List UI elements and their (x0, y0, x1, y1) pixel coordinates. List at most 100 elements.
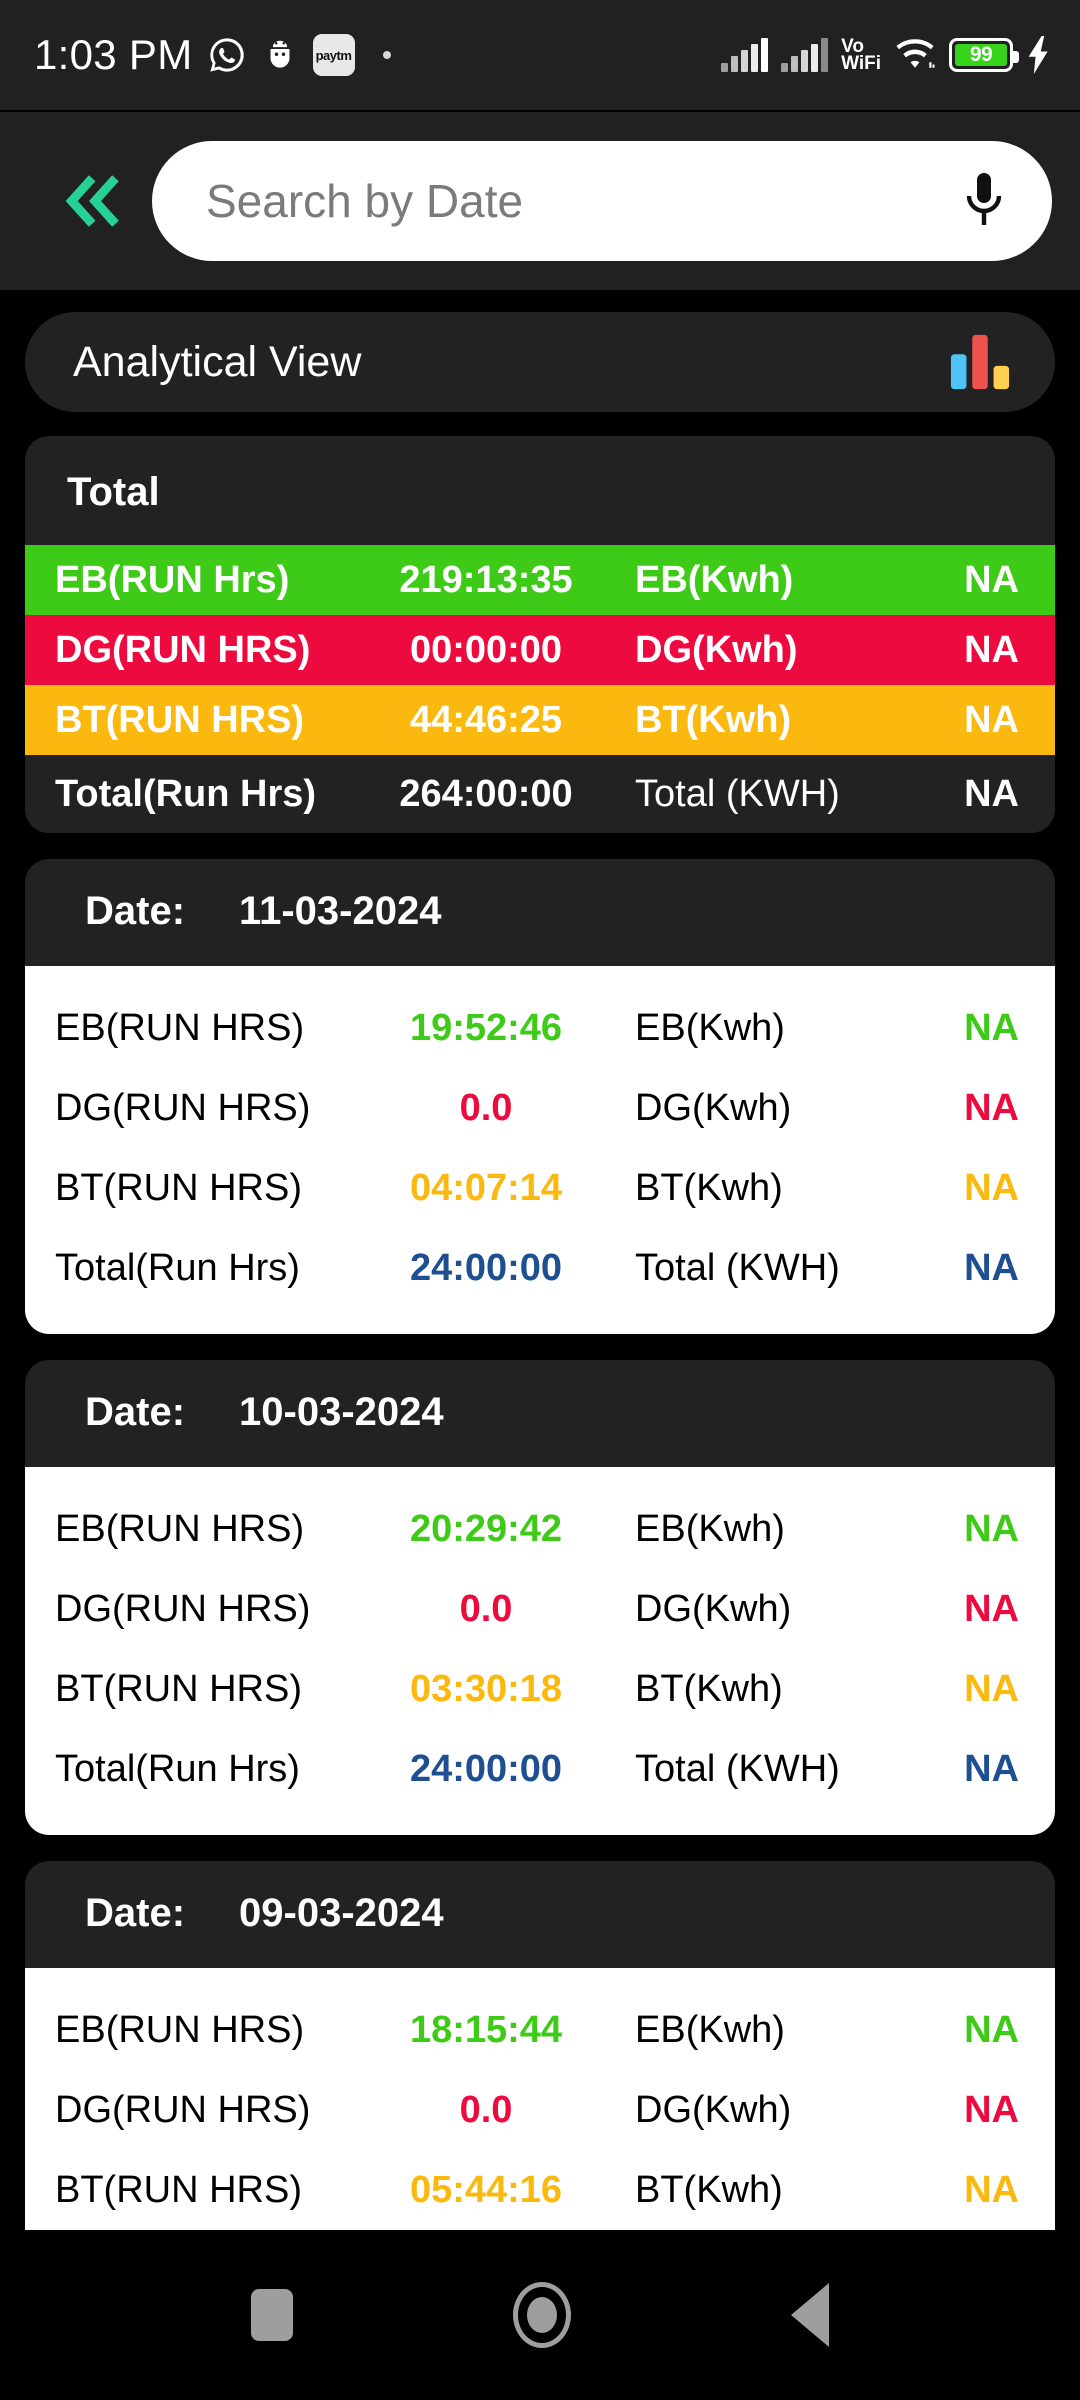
day-row-label: DG(RUN HRS) (55, 1086, 311, 1129)
day-card-header: Date: 10-03-2024 (25, 1360, 1055, 1467)
phone-screen: 1:03 PM paytm Vo WiFi 99 Search by Date … (0, 0, 1080, 2400)
date-label: Date: (85, 889, 186, 933)
day-row: DG(RUN HRS) 0.0 DG(Kwh) NA (55, 1569, 1019, 1649)
home-circle-icon[interactable] (513, 2282, 571, 2348)
day-row: DG(RUN HRS) 0.0 DG(Kwh) NA (55, 1068, 1019, 1148)
total-row-label: DG(RUN HRS) (55, 628, 311, 671)
day-row-value: 0.0 (459, 2088, 513, 2131)
day-row: EB(RUN HRS) 18:15:44 EB(Kwh) NA (55, 1990, 1019, 2070)
double-chevron-left-icon[interactable] (60, 169, 130, 233)
paytm-icon: paytm (312, 34, 355, 76)
total-row-label: Total(Run Hrs) (55, 772, 317, 815)
total-row: Total(Run Hrs) 264:00:00 Total (KWH) NA (25, 755, 1055, 833)
date-value: 10-03-2024 (239, 1390, 444, 1434)
total-row-label: BT(RUN HRS) (55, 698, 305, 741)
day-row-value: 05:44:16 (409, 2168, 563, 2211)
vowifi-indicator: Vo WiFi (841, 37, 881, 74)
day-row: DG(RUN HRS) 0.0 DG(Kwh) NA (55, 2070, 1019, 2150)
microphone-icon[interactable] (960, 170, 1008, 232)
day-row-unit-value: NA (964, 1667, 1019, 1710)
total-summary-card: Total EB(RUN Hrs) 219:13:35 EB(Kwh) NA DG(RU… (25, 436, 1055, 833)
total-row-unit-label: BT(Kwh) (635, 698, 792, 741)
day-card-body: EB(RUN HRS) 19:52:46 EB(Kwh) NA DG(RUN HRS) 0… (25, 966, 1055, 1334)
total-rows-container: EB(RUN Hrs) 219:13:35 EB(Kwh) NA DG(RUN HRS)… (25, 545, 1055, 833)
status-bar-right: Vo WiFi 99 (721, 36, 1052, 74)
day-row-unit-label: BT(Kwh) (635, 2168, 783, 2211)
day-row-unit-label: Total (KWH) (635, 1747, 840, 1790)
day-row: BT(RUN HRS) 04:07:14 BT(Kwh) NA (55, 1148, 1019, 1228)
day-row-unit-value: NA (964, 1587, 1019, 1630)
day-row: BT(RUN HRS) 05:44:16 BT(Kwh) NA (55, 2150, 1019, 2230)
day-row-unit-label: Total (KWH) (635, 1246, 840, 1289)
search-input[interactable] (206, 174, 960, 228)
day-row: Total(Run Hrs) 24:00:00 Total (KWH) NA (55, 1729, 1019, 1809)
total-row-unit-value: NA (964, 698, 1019, 741)
content-scroll-area[interactable]: Analytical View Total EB(RUN Hrs) 219:13:… (0, 290, 1080, 2230)
status-bar: 1:03 PM paytm Vo WiFi 99 (0, 0, 1080, 110)
date-value: 09-03-2024 (239, 1891, 444, 1935)
day-card[interactable]: Date: 10-03-2024 EB(RUN HRS) 20:29:42 EB(Kwh… (25, 1360, 1055, 1835)
total-row-value: 44:46:25 (409, 698, 563, 741)
day-row-label: EB(RUN HRS) (55, 2008, 305, 2051)
day-row-unit-value: NA (964, 1006, 1019, 1049)
day-row-value: 19:52:46 (409, 1006, 563, 1049)
status-clock: 1:03 PM (34, 31, 193, 78)
day-row-unit-label: EB(Kwh) (635, 1006, 785, 1049)
total-row-unit-label: DG(Kwh) (635, 628, 798, 671)
signal-strength-sim1-icon (721, 38, 769, 72)
day-row: BT(RUN HRS) 03:30:18 BT(Kwh) NA (55, 1649, 1019, 1729)
day-row-label: EB(RUN HRS) (55, 1507, 305, 1550)
search-bar-row (0, 112, 1080, 290)
day-row-unit-value: NA (964, 1747, 1019, 1790)
total-row-unit-value: NA (964, 772, 1019, 815)
search-box[interactable] (152, 141, 1052, 261)
day-row-unit-label: BT(Kwh) (635, 1166, 783, 1209)
day-cards-container: Date: 11-03-2024 EB(RUN HRS) 19:52:46 EB(Kwh… (0, 859, 1080, 2230)
day-row-value: 0.0 (459, 1587, 513, 1630)
day-row-label: Total(Run Hrs) (55, 1747, 300, 1790)
notification-dot-icon (382, 51, 391, 59)
android-nav-bar (0, 2230, 1080, 2400)
day-card[interactable]: Date: 09-03-2024 EB(RUN HRS) 18:15:44 EB(Kwh… (25, 1861, 1055, 2230)
day-row: EB(RUN HRS) 20:29:42 EB(Kwh) NA (55, 1489, 1019, 1569)
day-row-label: EB(RUN HRS) (55, 1006, 305, 1049)
analytical-view-bar[interactable]: Analytical View (25, 312, 1055, 412)
status-bar-left: 1:03 PM paytm (34, 31, 391, 79)
day-row-unit-label: BT(Kwh) (635, 1667, 783, 1710)
total-row-value: 264:00:00 (399, 772, 573, 815)
day-row-value: 0.0 (459, 1086, 513, 1129)
whatsapp-icon (209, 38, 244, 72)
day-row-value: 24:00:00 (409, 1246, 563, 1289)
day-row-unit-label: DG(Kwh) (635, 2088, 792, 2131)
day-row-label: Total(Run Hrs) (55, 1246, 300, 1289)
day-card-header: Date: 09-03-2024 (25, 1861, 1055, 1968)
day-row-unit-value: NA (964, 1086, 1019, 1129)
total-row: DG(RUN HRS) 00:00:00 DG(Kwh) NA (25, 615, 1055, 685)
date-value: 11-03-2024 (239, 889, 442, 933)
day-row-unit-value: NA (964, 2168, 1019, 2211)
day-row-unit-value: NA (964, 1246, 1019, 1289)
day-row-unit-label: EB(Kwh) (635, 2008, 785, 2051)
date-label: Date: (85, 1891, 186, 1935)
bar-chart-icon[interactable] (949, 332, 1011, 392)
paytm-label: paytm (315, 47, 352, 63)
signal-strength-sim2-icon (781, 38, 829, 72)
day-card-body: EB(RUN HRS) 20:29:42 EB(Kwh) NA DG(RUN HRS) 0… (25, 1467, 1055, 1835)
vowifi-line2: WiFi (841, 53, 881, 74)
battery-level-label: 99 (955, 43, 1007, 66)
total-heading: Total (67, 470, 160, 514)
day-row-unit-value: NA (964, 2088, 1019, 2131)
day-row-label: DG(RUN HRS) (55, 2088, 311, 2131)
total-card-header: Total (25, 436, 1055, 545)
total-row-unit-value: NA (964, 628, 1019, 671)
day-card-body: EB(RUN HRS) 18:15:44 EB(Kwh) NA DG(RUN HRS) 0… (25, 1968, 1055, 2230)
total-row-value: 00:00:00 (409, 628, 563, 671)
day-row-value: 04:07:14 (409, 1166, 563, 1209)
total-row-unit-label: EB(Kwh) (635, 558, 794, 601)
day-row-label: BT(RUN HRS) (55, 1166, 302, 1209)
back-triangle-icon[interactable] (791, 2283, 829, 2347)
day-row-label: BT(RUN HRS) (55, 2168, 302, 2211)
wifi-icon (896, 39, 935, 68)
day-card[interactable]: Date: 11-03-2024 EB(RUN HRS) 19:52:46 EB(Kwh… (25, 859, 1055, 1334)
recents-square-icon[interactable] (251, 2289, 293, 2341)
